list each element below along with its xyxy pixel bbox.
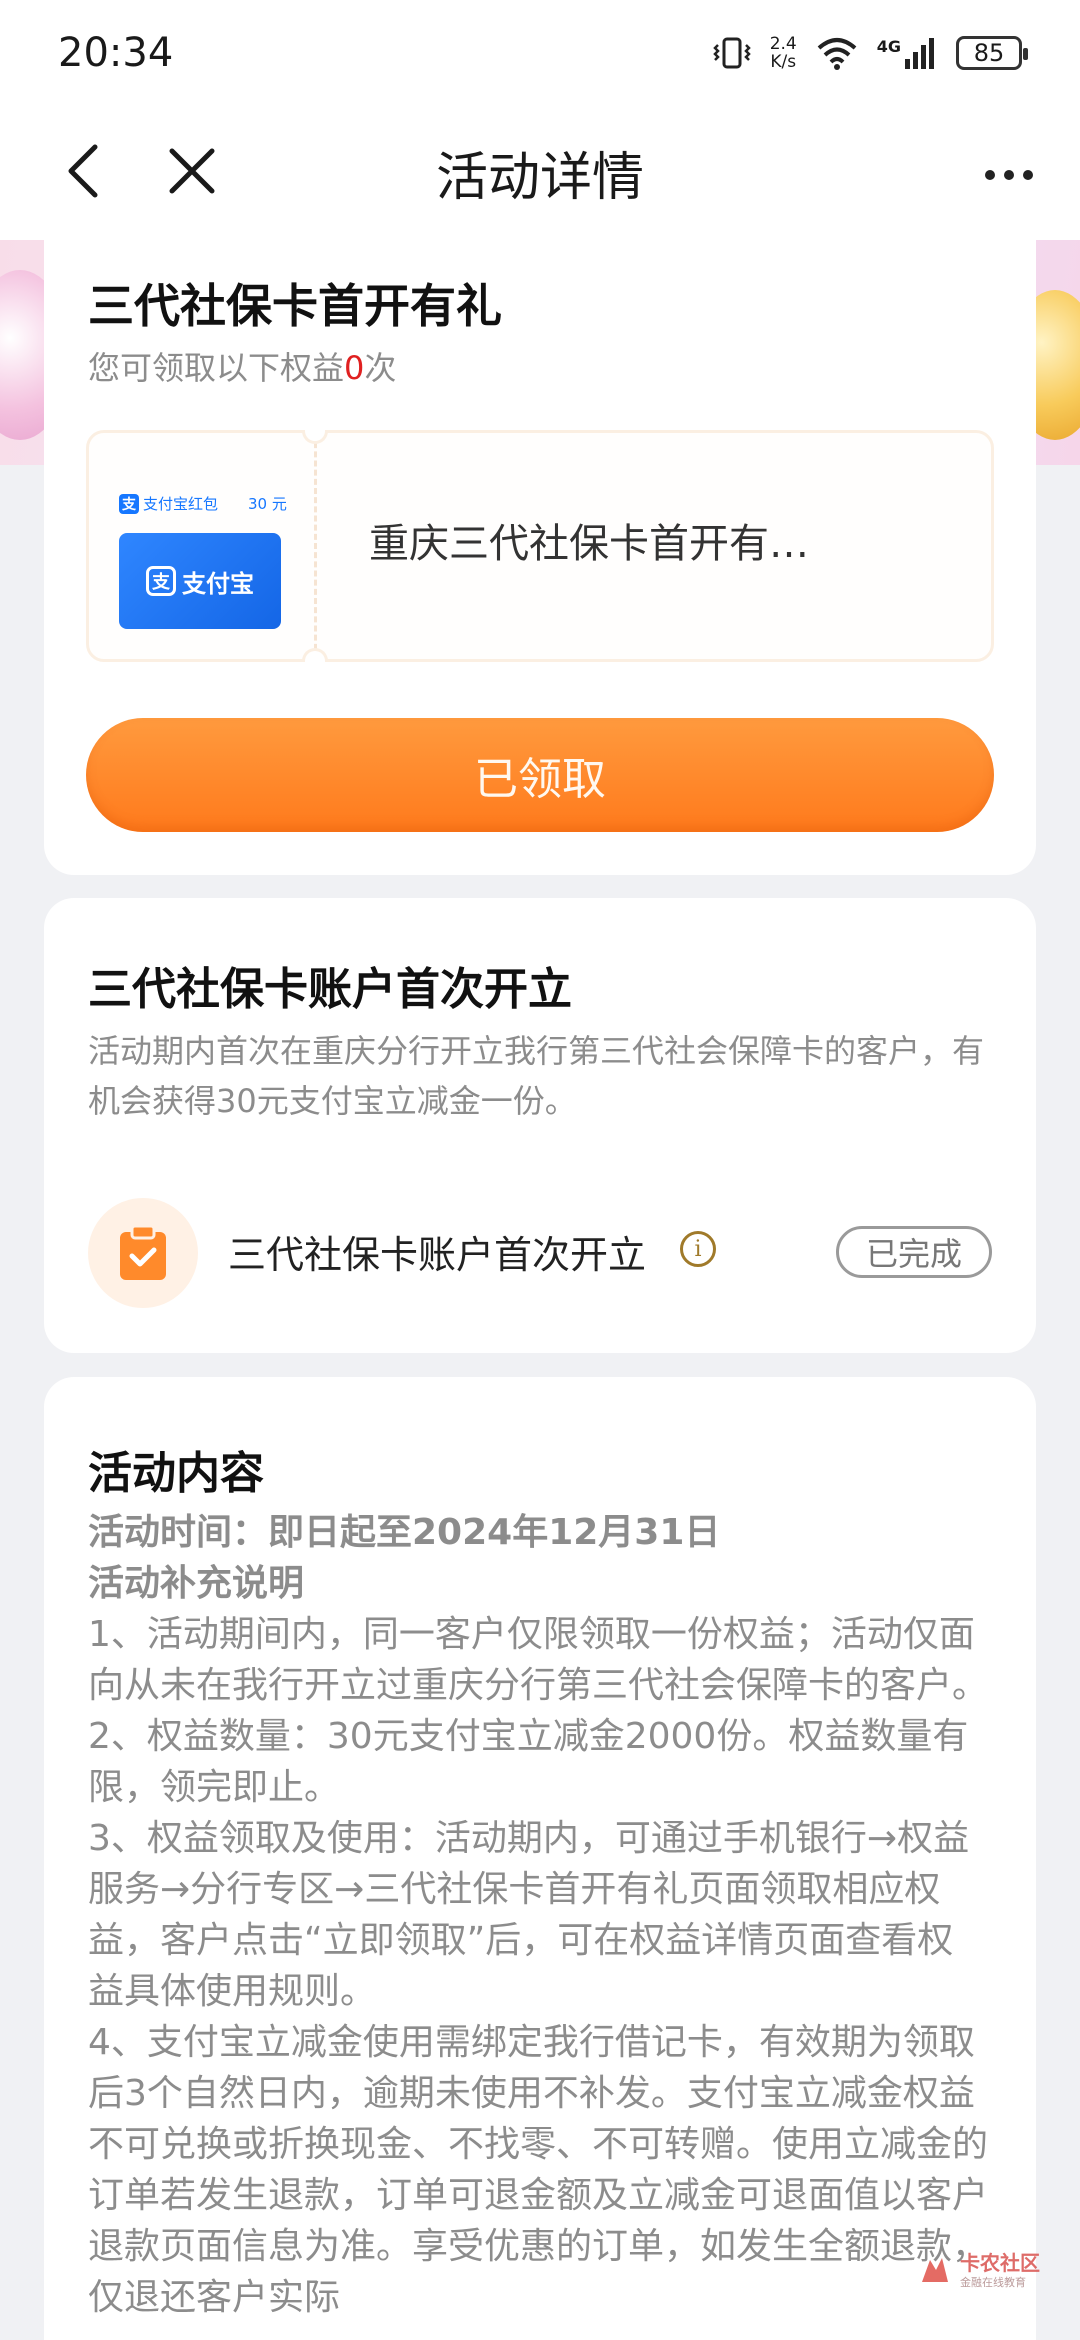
alipay-logo-icon: 支 (146, 566, 176, 596)
close-icon (169, 148, 215, 194)
task-card: 三代社保卡账户首次开立 活动期内首次在重庆分行开立我行第三代社会保障卡的客户，有… (44, 898, 1036, 1353)
coupon-brand: 支付宝红包 (143, 495, 219, 513)
coupon-notch (302, 648, 328, 662)
chevron-left-icon (68, 144, 98, 198)
more-dots-icon (985, 170, 995, 180)
rule-paragraph: 4、支付宝立减金使用需绑定我行借记卡，有效期为领取后3个自然日内，逾期未使用不补… (88, 2022, 989, 2318)
supplement-heading: 活动补充说明 (88, 1563, 305, 1604)
status-badge: 已完成 (836, 1226, 992, 1278)
rule-paragraph: 2、权益数量：30元支付宝立减金2000份。权益数量有限，领完即止。 (88, 1716, 969, 1808)
alipay-icon: 支 (119, 493, 139, 514)
watermark-sub: 金融在线教育 (960, 2276, 1026, 2289)
status-icons: 2.4 K/s 4G 85 (712, 33, 1028, 72)
rule-paragraph: 1、活动期间内，同一客户仅限领取一份权益；活动仅面向从未在我行开立过重庆分行第三… (88, 1614, 989, 1706)
task-label: 三代社保卡账户首次开立 (228, 1233, 647, 1277)
reward-card: 三代社保卡首开有礼 您可领取以下权益0次 支 支付宝红包 30 元 支 支付宝 … (44, 240, 1036, 875)
task-card-description: 活动期内首次在重庆分行开立我行第三代社会保障卡的客户，有机会获得30元支付宝立减… (88, 1032, 985, 1120)
activity-time: 活动时间：即日起至2024年12月31日 (88, 1512, 721, 1553)
coupon-amount: 30 元 (248, 495, 287, 513)
status-time: 20:34 (58, 29, 174, 76)
coupon-brand-row: 支 支付宝红包 30 元 (119, 493, 287, 514)
coupon-notch (302, 430, 328, 444)
reward-title: 三代社保卡首开有礼 (88, 279, 502, 333)
coupon-divider (314, 433, 317, 659)
battery-indicator: 85 (956, 35, 1028, 70)
signal-bars-icon (905, 37, 934, 69)
clipboard-check-icon (88, 1198, 198, 1308)
wifi-icon (817, 37, 857, 70)
content-title: 活动内容 (88, 1448, 264, 1499)
close-button[interactable] (162, 141, 222, 201)
watermark-logo-icon (922, 2258, 948, 2282)
info-icon[interactable]: i (680, 1231, 716, 1267)
alipay-card-image: 支 支付宝 (119, 533, 281, 629)
cellular-signal: 4G (877, 37, 938, 69)
rule-paragraph: 3、权益领取及使用：活动期内，可通过手机银行→权益服务→分行专区→三代社保卡首开… (88, 1818, 970, 2012)
watermark: 卡农社区 金融在线教育 (918, 2252, 1040, 2290)
task-card-title: 三代社保卡账户首次开立 (88, 964, 572, 1015)
vibrate-icon (712, 37, 751, 68)
back-button[interactable] (58, 141, 108, 201)
alipay-card-label: 支付宝 (182, 569, 254, 598)
coupon-ticket[interactable]: 支 支付宝红包 30 元 支 支付宝 重庆三代社保卡首开有… (86, 430, 994, 662)
network-speed: 2.4 K/s (769, 33, 797, 72)
status-bar: 20:34 2.4 K/s 4G 85 (0, 0, 1080, 105)
more-button[interactable] (974, 155, 1044, 195)
reward-subtitle: 您可领取以下权益0次 (88, 349, 397, 387)
remaining-count: 0 (344, 349, 365, 387)
claimed-button[interactable]: 已领取 (86, 718, 994, 832)
content-body: 活动时间：即日起至2024年12月31日 活动补充说明 1、活动期间内，同一客户… (88, 1507, 988, 2323)
nav-bar: 活动详情 (0, 105, 1080, 240)
watermark-text: 卡农社区 (960, 2251, 1040, 2275)
coupon-name: 重庆三代社保卡首开有… (369, 521, 809, 567)
content-card: 活动内容 活动时间：即日起至2024年12月31日 活动补充说明 1、活动期间内… (44, 1377, 1036, 2340)
